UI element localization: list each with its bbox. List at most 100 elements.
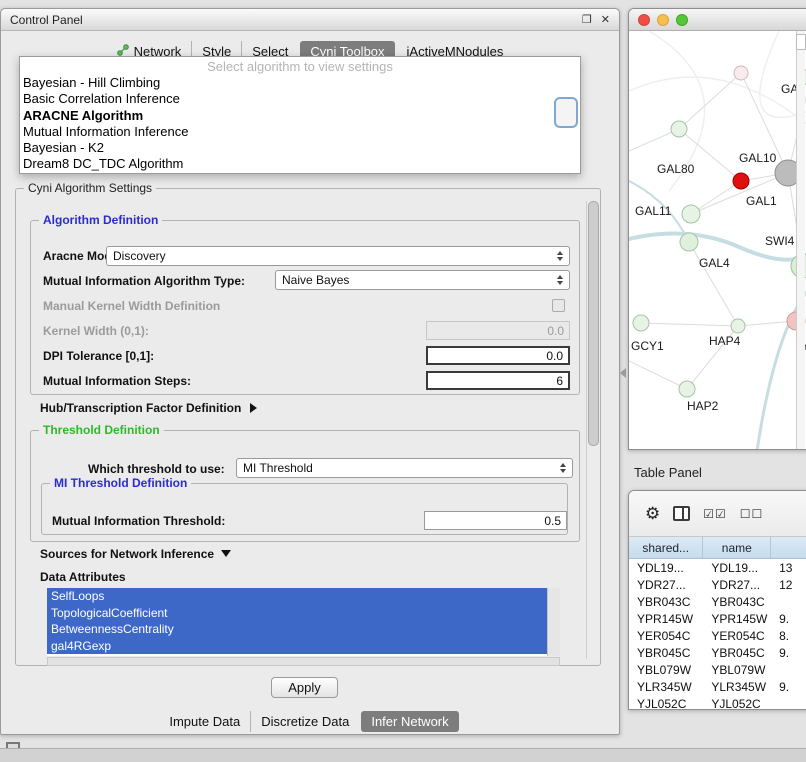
table-toolbar: ⚙ ☑☑ ☐☐ [629,491,806,537]
network-node[interactable] [671,121,687,137]
zoom-traffic-light-icon[interactable] [676,14,688,26]
table-row[interactable]: YPR145WYPR145W9. [629,610,806,627]
mi-threshold-field[interactable] [424,511,567,530]
status-bar [0,748,806,762]
threshold-definition-group: Threshold Definition Which threshold to … [30,430,580,542]
node-label: GCY1 [631,339,664,353]
panel-divider-handle[interactable] [620,368,626,378]
table-row[interactable]: YDR27...YDR27...12 [629,576,806,593]
algorithm-definition-title: Algorithm Definition [39,213,162,227]
float-window-icon[interactable]: ❐ [582,13,592,26]
control-panel-titlebar[interactable]: Control Panel ❐ ✕ [1,9,619,31]
bottom-tab-discretize-data[interactable]: Discretize Data [250,711,359,732]
network-canvas[interactable]: GALGAL80GAL10GAL1GAL11SWI4GAL4GCY1HAP4HA… [629,31,806,450]
apply-button[interactable]: Apply [271,677,338,698]
attribute-gal4rgexp[interactable]: gal4RGexp [47,638,547,655]
algorithm-option-list: Bayesian - Hill ClimbingBasic Correlatio… [20,75,580,173]
mi-algorithm-type-select[interactable]: Naive Bayes [275,270,570,290]
mi-threshold-label: Mutual Information Threshold: [52,514,225,528]
table-header-row: shared...name [629,537,806,559]
minimize-traffic-light-icon[interactable] [657,14,669,26]
collapsed-arrow-icon [250,403,257,413]
table-row[interactable]: YLR345WYLR345W9. [629,678,806,695]
attributes-vertical-scrollbar[interactable] [547,588,560,656]
table-cell: YLR345W [703,680,771,694]
algorithm-option-dream8-dc-tdc-algorithm[interactable]: Dream8 DC_TDC Algorithm [20,156,580,172]
mi-steps-label: Mutual Information Steps: [43,374,191,388]
bottom-tab-infer-network[interactable]: Infer Network [361,711,458,732]
combo-value: MI Threshold [243,461,554,475]
manual-kernel-width-checkbox[interactable] [552,299,565,312]
node-label: SWI4 [765,234,795,248]
network-node[interactable] [680,233,698,251]
attributes-horizontal-scrollbar[interactable] [47,657,560,666]
close-traffic-light-icon[interactable] [638,14,650,26]
columns-icon[interactable] [673,506,690,521]
kernel-width-field[interactable] [426,321,570,340]
dpi-tolerance-field[interactable] [426,346,570,365]
dpi-tolerance-label: DPI Tolerance [0,1]: [43,349,154,363]
table-row[interactable]: YBR043CYBR043C [629,593,806,610]
column-header-col2[interactable] [771,537,806,558]
network-scrollbar-button[interactable] [796,34,806,50]
node-label: HAP2 [687,399,719,413]
algorithm-option-basic-correlation-inference[interactable]: Basic Correlation Inference [20,91,580,107]
table-cell: YER054C [629,629,703,643]
network-node[interactable] [731,319,745,333]
algorithm-option-mutual-information-inference[interactable]: Mutual Information Inference [20,124,580,140]
gear-icon[interactable]: ⚙ [645,504,660,524]
table-cell: YDR27... [703,578,771,592]
checked-boxes-icon[interactable]: ☑☑ [703,507,727,521]
network-edge[interactable] [679,73,741,129]
bottom-tab-impute-data[interactable]: Impute Data [159,711,250,732]
table-row[interactable]: YER054CYER054C8. [629,627,806,644]
network-node[interactable] [679,381,695,397]
table-body: YDL19...YDL19...13YDR27...YDR27...12YBR0… [629,559,806,710]
table-row[interactable]: YBR045CYBR045C9. [629,644,806,661]
manual-kernel-width-label: Manual Kernel Width Definition [43,299,220,313]
network-node[interactable] [733,173,749,189]
table-row[interactable]: YJL052CYJL052C [629,695,806,710]
network-node[interactable] [734,66,748,80]
sources-section-toggle[interactable]: Sources for Network Inference [40,547,231,561]
table-row[interactable]: YDL19...YDL19...13 [629,559,806,576]
algorithm-option-aracne-algorithm[interactable]: ARACNE Algorithm [20,108,580,124]
mi-threshold-definition-group: MI Threshold Definition Mutual Informati… [41,483,568,535]
network-node[interactable] [682,205,700,223]
network-vertical-scrollbar[interactable] [796,31,805,449]
aracne-mode-select[interactable]: Discovery [106,246,570,266]
column-header-name[interactable]: name [703,537,771,558]
node-label: GAL4 [699,256,730,270]
table-cell: YBL079W [629,663,703,677]
network-window-titlebar[interactable] [629,9,806,31]
which-threshold-select[interactable]: MI Threshold [236,458,573,478]
column-header-shared[interactable]: shared... [629,537,703,558]
algorithm-option-bayesian-hill-climbing[interactable]: Bayesian - Hill Climbing [20,75,580,91]
attribute-betweennesscentrality[interactable]: BetweennessCentrality [47,621,547,638]
settings-scrollbar-thumb[interactable] [588,201,599,446]
table-panel-title: Table Panel [634,465,702,480]
network-edge[interactable] [641,323,738,326]
dropdown-arrows-icon [560,463,566,473]
network-node[interactable] [633,315,649,331]
network-edge[interactable] [629,361,687,389]
attribute-topologicalcoefficient[interactable]: TopologicalCoefficient [47,605,547,622]
node-label: GAL11 [635,204,672,218]
dropdown-arrows-icon [557,275,563,285]
algorithm-option-bayesian-k2[interactable]: Bayesian - K2 [20,140,580,156]
window-title: Control Panel [10,13,83,27]
node-label: GAL80 [657,162,695,176]
table-row[interactable]: YBL079WYBL079W [629,661,806,678]
mi-steps-field[interactable] [426,371,570,390]
close-window-icon[interactable]: ✕ [601,13,610,26]
cyni-algorithm-settings-group: Cyni Algorithm Settings Algorithm Defini… [15,188,601,666]
background-arc [629,77,806,126]
control-panel-window: Control Panel ❐ ✕ NetworkStyleSelectCyni… [0,8,620,735]
attribute-selfloops[interactable]: SelfLoops [47,588,547,605]
unchecked-boxes-icon[interactable]: ☐☐ [740,507,764,521]
hub-factor-section-toggle[interactable]: Hub/Transcription Factor Definition [40,401,257,415]
network-edge[interactable] [689,242,738,326]
threshold-definition-title: Threshold Definition [39,423,164,437]
tab-label: Impute Data [169,714,240,729]
settings-scrollbar-track[interactable] [586,201,599,659]
